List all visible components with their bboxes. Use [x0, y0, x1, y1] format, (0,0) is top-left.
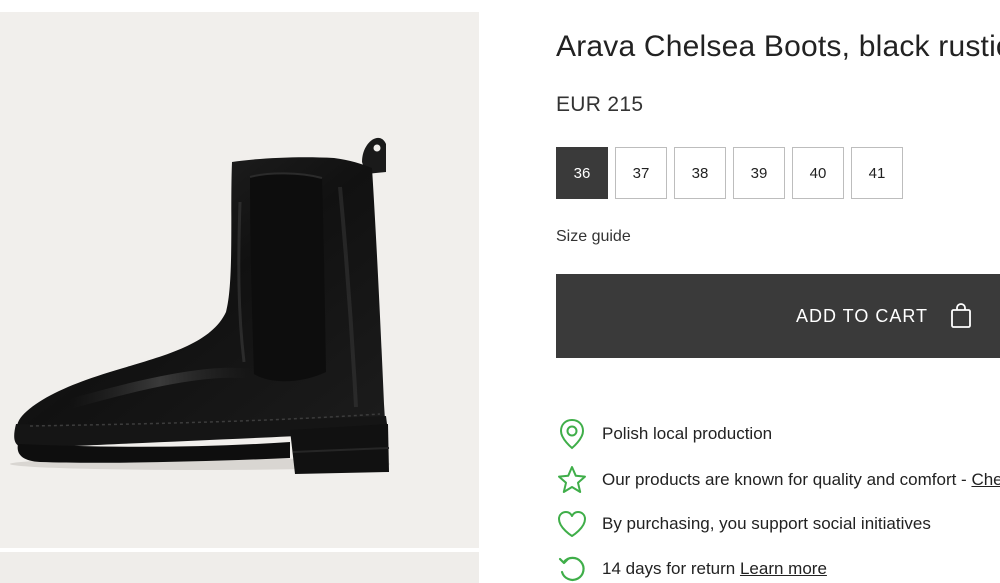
return-arrow-icon [556, 553, 588, 583]
learn-more-link[interactable]: Learn more [740, 559, 827, 578]
feature-text: 14 days for return [602, 559, 740, 578]
check-reviews-link[interactable]: Check reviews [971, 470, 1000, 489]
size-option-38[interactable]: 38 [674, 147, 726, 199]
size-option-36[interactable]: 36 [556, 147, 608, 199]
feature-social: By purchasing, you support social initia… [556, 508, 931, 540]
shopping-bag-icon [950, 303, 972, 329]
size-guide-link[interactable]: Size guide [556, 228, 631, 246]
size-selector: 36 37 38 39 40 41 [556, 147, 903, 199]
size-option-40[interactable]: 40 [792, 147, 844, 199]
size-option-41[interactable]: 41 [851, 147, 903, 199]
feature-returns: 14 days for return Learn more [556, 553, 827, 583]
feature-text: By purchasing, you support social initia… [602, 514, 931, 533]
location-pin-icon [556, 418, 588, 450]
feature-text: Polish local production [602, 424, 773, 443]
product-page: Arava Chelsea Boots, black rustic EUR 21… [0, 0, 1000, 583]
heart-icon [556, 508, 588, 540]
product-price: EUR 215 [556, 93, 644, 116]
add-to-cart-label: ADD TO CART [795, 305, 929, 326]
feature-quality: Our products are known for quality and c… [556, 464, 1000, 496]
next-product-image [0, 552, 479, 583]
product-image[interactable] [0, 12, 479, 548]
boot-illustration [10, 137, 390, 474]
size-option-37[interactable]: 37 [615, 147, 667, 199]
feature-text: Our products are known for quality and c… [602, 470, 972, 489]
product-title: Arava Chelsea Boots, black rustic [556, 30, 1000, 63]
star-icon [556, 464, 588, 496]
size-option-39[interactable]: 39 [733, 147, 785, 199]
feature-local-production: Polish local production [556, 418, 772, 450]
add-to-cart-button[interactable]: ADD TO CART [556, 274, 1000, 358]
